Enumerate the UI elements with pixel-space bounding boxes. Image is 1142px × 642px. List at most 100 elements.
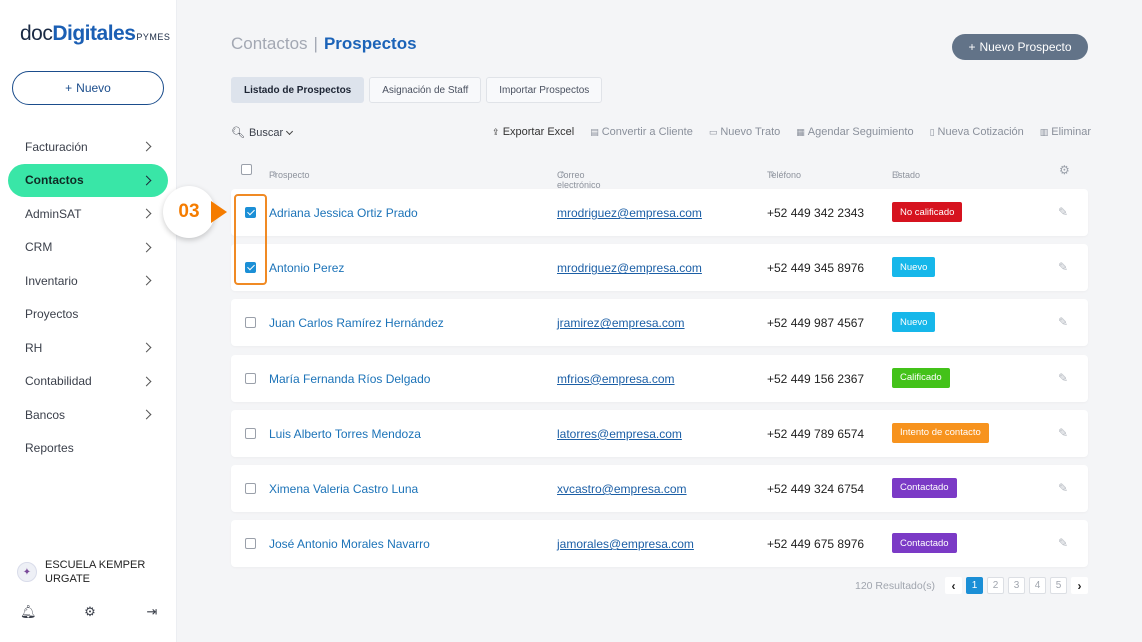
page-3[interactable]: 3 xyxy=(1007,577,1025,594)
page-1[interactable]: 1 xyxy=(965,577,983,594)
prospect-email[interactable]: mrodriguez@empresa.com xyxy=(557,261,702,275)
row-checkbox[interactable] xyxy=(245,262,256,274)
chevron-right-icon xyxy=(141,376,152,387)
prospect-name[interactable]: María Fernanda Ríos Delgado xyxy=(269,372,430,386)
page-2[interactable]: 2 xyxy=(986,577,1004,594)
prospect-name[interactable]: Ximena Valeria Castro Luna xyxy=(269,482,418,496)
bell-icon[interactable]: 🔔︎ xyxy=(20,604,37,620)
tab-asignacion-de-staff[interactable]: Asignación de Staff xyxy=(369,77,482,103)
exportar-excel-button[interactable]: ⇪ Exportar Excel xyxy=(492,126,574,138)
prospect-name[interactable]: Adriana Jessica Ortiz Prado xyxy=(269,206,418,220)
search-icon: 🔍︎ xyxy=(231,127,245,139)
prospect-email[interactable]: jramirez@empresa.com xyxy=(557,316,685,330)
page-list: 12345 xyxy=(965,577,1067,594)
action-label: Nuevo Trato xyxy=(720,126,781,138)
table-header: Prospecto ⇕ Correo electrónico ⇕ Teléfono ⇕… xyxy=(231,160,1088,190)
page-5[interactable]: 5 xyxy=(1049,577,1067,594)
brand-name: Digitales xyxy=(52,22,136,45)
nuevo-trato-button[interactable]: ▭ Nuevo Trato xyxy=(709,126,780,138)
brand-logo[interactable]: docDigitalesPYMES xyxy=(20,22,170,46)
prospect-phone: +52 449 987 4567 xyxy=(767,316,865,331)
gear-icon[interactable]: ⚙ xyxy=(1059,163,1070,177)
chevron-right-icon xyxy=(141,175,152,186)
sidebar-item-rh[interactable]: RH xyxy=(8,331,168,365)
prospect-phone: +52 449 789 6574 xyxy=(767,426,865,441)
pencil-icon[interactable]: ✎ xyxy=(1058,315,1068,329)
row-checkbox[interactable] xyxy=(245,427,256,439)
prospect-name[interactable]: José Antonio Morales Navarro xyxy=(269,537,430,551)
breadcrumb-parent[interactable]: Contactos xyxy=(231,34,308,54)
prospect-email[interactable]: mrodriguez@empresa.com xyxy=(557,206,702,220)
nueva-cotizacion-button[interactable]: ▯ Nueva Cotización xyxy=(930,126,1024,138)
tab-importar-prospectos[interactable]: Importar Prospectos xyxy=(486,77,603,103)
gear-icon[interactable]: ⚙ xyxy=(82,604,98,620)
page-4[interactable]: 4 xyxy=(1028,577,1046,594)
pencil-icon[interactable]: ✎ xyxy=(1058,536,1068,550)
sort-icon: ⇕ xyxy=(271,170,278,179)
prospect-name[interactable]: Luis Alberto Torres Mendoza xyxy=(269,427,421,441)
new-prospect-button[interactable]: + Nuevo Prospecto xyxy=(952,34,1088,60)
sidebar-item-proyectos[interactable]: Proyectos xyxy=(8,298,168,332)
pencil-icon[interactable]: ✎ xyxy=(1058,426,1068,440)
prospect-name[interactable]: Juan Carlos Ramírez Hernández xyxy=(269,316,444,330)
prospect-name[interactable]: Antonio Perez xyxy=(269,261,344,275)
row-checkbox[interactable] xyxy=(245,538,256,550)
logout-icon[interactable]: ⇥ xyxy=(144,604,160,620)
sidebar-item-contabilidad[interactable]: Contabilidad xyxy=(8,365,168,399)
prospect-email[interactable]: latorres@empresa.com xyxy=(557,427,682,441)
pencil-icon[interactable]: ✎ xyxy=(1058,260,1068,274)
sidebar-item-reportes[interactable]: Reportes xyxy=(8,432,168,466)
sidebar-item-contactos[interactable]: Contactos xyxy=(8,163,168,197)
sidebar-item-label: Bancos xyxy=(25,407,66,422)
sidebar-item-adminsat[interactable]: AdminSAT xyxy=(8,197,168,231)
plus-icon: + xyxy=(65,81,73,95)
prospect-phone: +52 449 342 2343 xyxy=(767,206,865,220)
row-checkbox[interactable] xyxy=(245,207,256,218)
sidebar-item-bancos[interactable]: Bancos xyxy=(8,398,168,432)
search-button[interactable]: 🔍︎ Buscar xyxy=(231,126,294,139)
prospect-email[interactable]: jamorales@empresa.com xyxy=(557,537,694,551)
table-row[interactable]: María Fernanda Ríos Delgado mfrios@empres… xyxy=(231,354,1088,402)
agendar-seguimiento-button[interactable]: ▦ Agendar Seguimiento xyxy=(796,126,913,138)
prospect-email[interactable]: xvcastro@empresa.com xyxy=(557,482,687,496)
pencil-icon[interactable]: ✎ xyxy=(1058,371,1068,385)
prospect-table: Adriana Jessica Ortiz Prado mrodriguez@em… xyxy=(231,189,1088,575)
sidebar-item-label: RH xyxy=(25,340,43,355)
row-checkbox[interactable] xyxy=(245,372,256,384)
select-all-checkbox[interactable] xyxy=(241,164,252,175)
prospect-phone: +52 449 345 8976 xyxy=(767,261,865,276)
table-row[interactable]: José Antonio Morales Navarro jamorales@em… xyxy=(231,520,1088,568)
convertir-a-cliente-button[interactable]: ▤ Convertir a Cliente xyxy=(590,126,693,138)
table-row[interactable]: Antonio Perez mrodriguez@empresa.com +52 4… xyxy=(231,244,1088,292)
sidebar-item-facturacion[interactable]: Facturación xyxy=(8,130,168,164)
action-label: Convertir a Cliente xyxy=(601,126,693,138)
trash-icon: ▥ xyxy=(1039,126,1049,137)
status-badge: Nuevo xyxy=(892,257,936,278)
prospect-email[interactable]: mfrios@empresa.com xyxy=(557,372,675,386)
action-label: Eliminar xyxy=(1051,126,1091,138)
prev-page-icon[interactable]: ‹ xyxy=(944,577,962,594)
sidebar-nav: Facturación Contactos AdminSAT CRM Inventari… xyxy=(8,130,168,465)
table-row[interactable]: Luis Alberto Torres Mendoza latorres@empr… xyxy=(231,409,1088,457)
sidebar-item-label: Reportes xyxy=(25,441,74,456)
account[interactable]: ✦ ESCUELA KEMPER URGATE xyxy=(17,558,155,586)
new-button[interactable]: + Nuevo xyxy=(12,71,164,105)
chevron-right-icon xyxy=(141,141,152,152)
sidebar-item-label: Inventario xyxy=(25,273,78,288)
breadcrumb: Contactos | Prospectos xyxy=(231,34,417,54)
pencil-icon[interactable]: ✎ xyxy=(1058,205,1068,219)
sort-icon: ⇕ xyxy=(894,170,901,179)
eliminar-button[interactable]: ▥ Eliminar xyxy=(1040,126,1091,138)
row-checkbox[interactable] xyxy=(245,317,256,329)
sidebar-item-inventario[interactable]: Inventario xyxy=(8,264,168,298)
pencil-icon[interactable]: ✎ xyxy=(1058,481,1068,495)
pagination: 120 Resultado(s) ‹ 12345 › xyxy=(855,577,1088,594)
table-row[interactable]: Adriana Jessica Ortiz Prado mrodriguez@em… xyxy=(231,189,1088,236)
sidebar-item-crm[interactable]: CRM xyxy=(8,231,168,265)
table-row[interactable]: Juan Carlos Ramírez Hernández jramirez@em… xyxy=(231,299,1088,347)
table-row[interactable]: Ximena Valeria Castro Luna xvcastro@empre… xyxy=(231,464,1088,512)
tab-listado-de-prospectos[interactable]: Listado de Prospectos xyxy=(231,77,365,103)
next-page-icon[interactable]: › xyxy=(1070,577,1088,594)
row-checkbox[interactable] xyxy=(245,482,256,494)
step-callout: 03 xyxy=(163,186,215,238)
